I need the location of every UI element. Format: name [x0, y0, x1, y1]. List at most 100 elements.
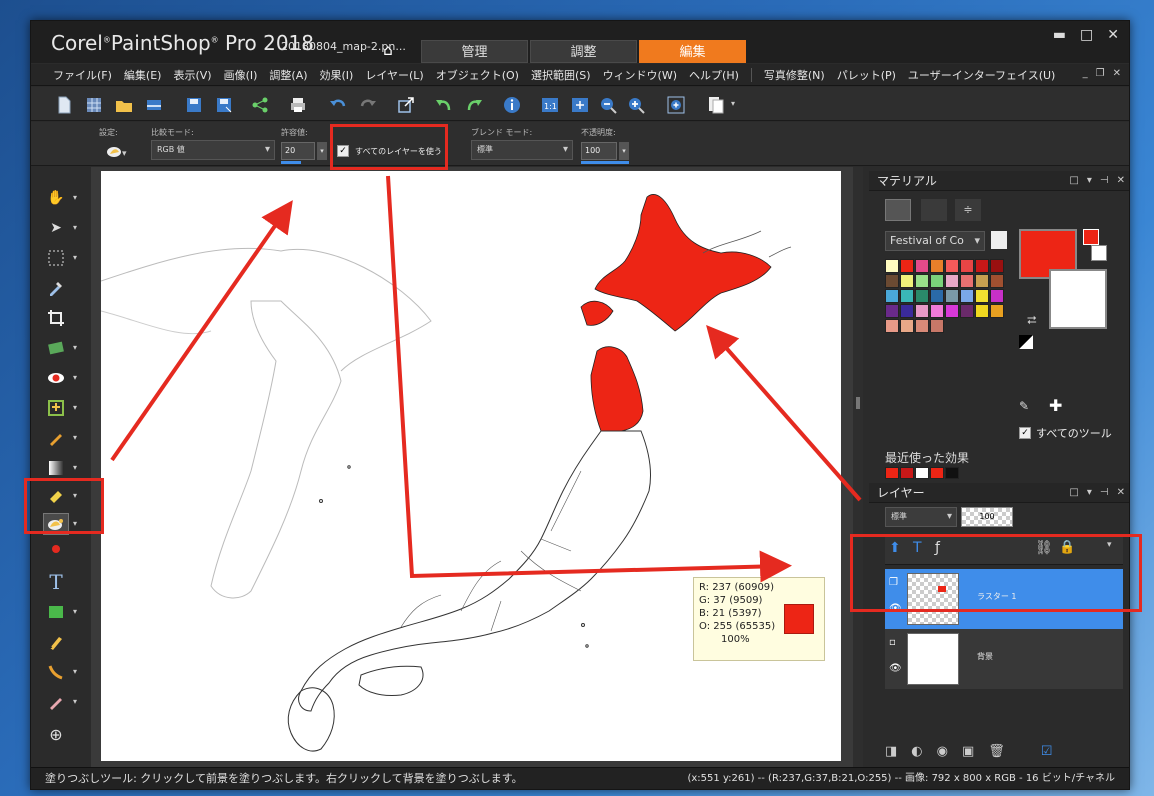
warp-brush-tool-icon[interactable] — [45, 661, 67, 683]
tolerance-slider[interactable] — [281, 161, 301, 164]
selection-tool-icon[interactable] — [45, 247, 67, 269]
paint-brush-tool-caret-icon[interactable]: ▾ — [73, 433, 77, 442]
save-icon[interactable] — [185, 96, 203, 114]
canvas-vertical-scrollbar[interactable] — [853, 167, 863, 767]
recent-effect-swatch[interactable] — [915, 467, 929, 479]
recent-effect-swatch[interactable] — [900, 467, 914, 479]
palette-swatch[interactable] — [945, 289, 959, 303]
open-folder-icon[interactable] — [115, 96, 133, 114]
menu-adjust[interactable]: 調整(A) — [269, 67, 307, 83]
menu-objects[interactable]: オブジェクト(O) — [436, 67, 519, 83]
layers-close-icon[interactable]: ✕ — [1117, 483, 1125, 503]
color-palette[interactable] — [885, 259, 1004, 333]
palette-swatch[interactable] — [960, 274, 974, 288]
add-material-icon[interactable]: ✚ — [1049, 396, 1062, 415]
menu-retouch[interactable]: 写真修整(N) — [764, 67, 825, 83]
palette-swatch[interactable] — [900, 259, 914, 273]
options-dropdown-icon[interactable]: ▾ — [731, 99, 735, 108]
retouch-tool-icon[interactable] — [45, 691, 67, 713]
palette-swatch[interactable] — [960, 304, 974, 318]
tab-manage[interactable]: 管理 — [421, 40, 528, 63]
zoom-in-icon[interactable] — [627, 96, 645, 114]
maximize-button[interactable]: □ — [1080, 27, 1093, 43]
doc-close-icon[interactable]: ✕ — [1113, 68, 1121, 79]
retouch-tool-caret-icon[interactable]: ▾ — [73, 697, 77, 706]
background-color-swatch[interactable] — [1049, 269, 1107, 329]
palette-swatch[interactable] — [915, 289, 929, 303]
palette-swatch[interactable] — [930, 274, 944, 288]
palette-swatch[interactable] — [945, 274, 959, 288]
delete-layer-icon[interactable]: 🗑 — [988, 744, 1005, 759]
gradient-tool-icon[interactable] — [45, 457, 67, 479]
palette-swatch[interactable] — [975, 304, 989, 318]
merge-icon[interactable]: ▣ — [962, 744, 974, 759]
rectangle-tool-caret-icon[interactable]: ▾ — [73, 607, 77, 616]
menu-window[interactable]: ウィンドウ(W) — [603, 67, 677, 83]
red-eye-tool-caret-icon[interactable]: ▾ — [73, 373, 77, 382]
palette-swatch[interactable] — [885, 304, 899, 318]
add-tool-icon[interactable]: ⊕ — [45, 723, 67, 745]
menu-file[interactable]: ファイル(F) — [53, 67, 112, 83]
opacity-spinner[interactable]: ▾ — [619, 142, 629, 160]
swatch-options-icon[interactable] — [991, 231, 1007, 249]
layer-properties-icon[interactable]: ☑ — [1041, 744, 1053, 759]
material-dropper-icon[interactable]: ✎ — [1019, 399, 1029, 413]
layer-item-background[interactable]: ▫ 👁 背景 — [885, 629, 1123, 689]
save-as-icon[interactable] — [215, 96, 233, 114]
resize-icon[interactable] — [397, 96, 415, 114]
new-file-icon[interactable] — [55, 96, 73, 114]
compare-mode-select[interactable]: RGB 値 — [151, 140, 275, 160]
mask-icon[interactable]: ◉ — [937, 744, 948, 759]
menu-view[interactable]: 表示(V) — [173, 67, 211, 83]
palette-swatch[interactable] — [885, 259, 899, 273]
selection-tool-caret-icon[interactable]: ▾ — [73, 253, 77, 262]
palette-swatch[interactable] — [990, 274, 1004, 288]
zoom-region-icon[interactable] — [667, 96, 685, 114]
straighten-tool-icon[interactable] — [45, 337, 67, 359]
palette-swatch[interactable] — [975, 289, 989, 303]
fit-window-icon[interactable] — [571, 96, 589, 114]
palette-swatch[interactable] — [945, 259, 959, 273]
palette-swatch[interactable] — [900, 304, 914, 318]
menu-help[interactable]: ヘルプ(H) — [689, 67, 739, 83]
layers-pin-icon[interactable]: ⊣ — [1100, 483, 1109, 503]
palette-swatch[interactable] — [975, 274, 989, 288]
menu-layers[interactable]: レイヤー(L) — [365, 67, 423, 83]
gradient-tab-icon[interactable] — [921, 199, 947, 221]
doc-minimize-icon[interactable]: _ — [1083, 68, 1088, 79]
close-button[interactable]: ✕ — [1107, 27, 1119, 43]
opacity-input[interactable]: 100 — [581, 142, 617, 160]
map-canvas[interactable]: R: 237 (60909) G: 37 (9509) B: 21 (5397)… — [101, 171, 841, 761]
all-tools-checkbox[interactable]: ✓ — [1019, 427, 1031, 439]
palette-swatch[interactable] — [900, 319, 914, 333]
panel-float-icon[interactable]: □ — [1069, 171, 1078, 191]
picture-tube-tool-icon[interactable] — [45, 541, 67, 563]
panel-close-icon[interactable]: ✕ — [1117, 171, 1125, 191]
paint-brush-tool-icon[interactable] — [45, 427, 67, 449]
palette-swatch[interactable] — [915, 304, 929, 318]
reset-colors-icon[interactable] — [1019, 335, 1033, 349]
layers-float-icon[interactable]: □ — [1069, 483, 1078, 503]
menu-selections[interactable]: 選択範囲(S) — [531, 67, 591, 83]
warp-brush-tool-caret-icon[interactable]: ▾ — [73, 667, 77, 676]
palette-swatch[interactable] — [960, 289, 974, 303]
panel-menu-icon[interactable]: ▾ — [1087, 171, 1092, 191]
share-icon[interactable] — [251, 96, 269, 114]
redo-icon[interactable] — [359, 96, 377, 114]
zoom-out-icon[interactable] — [599, 96, 617, 114]
palette-swatch[interactable] — [930, 259, 944, 273]
info-icon[interactable] — [503, 96, 521, 114]
straighten-tool-caret-icon[interactable]: ▾ — [73, 343, 77, 352]
menu-effects[interactable]: 効果(I) — [320, 67, 354, 83]
new-raster-layer-icon[interactable]: ◨ — [885, 744, 897, 759]
palette-swatch[interactable] — [975, 259, 989, 273]
palette-swatch[interactable] — [990, 289, 1004, 303]
rotate-left-icon[interactable] — [435, 96, 453, 114]
recent-effects-row[interactable] — [885, 467, 959, 479]
layer-blend-select[interactable]: 標準 — [885, 507, 957, 527]
palette-swatch[interactable] — [990, 304, 1004, 318]
minimize-button[interactable]: ▬ — [1053, 27, 1066, 43]
recent-effect-swatch[interactable] — [945, 467, 959, 479]
tolerance-spinner[interactable]: ▾ — [317, 142, 327, 160]
adjustment-layer-icon[interactable]: ◐ — [911, 744, 922, 759]
